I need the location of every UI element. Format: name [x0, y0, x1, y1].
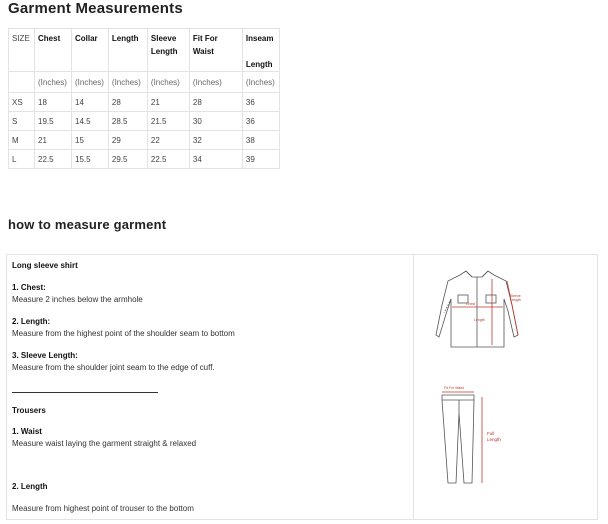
trouser-length-desc: Measure from highest point of trouser to…	[12, 504, 194, 513]
table-cell: (Inches)	[146, 71, 190, 93]
trousers-icon	[441, 394, 475, 484]
table-cell: 39	[241, 149, 280, 169]
table-cell: 21.5	[146, 111, 190, 131]
size-table: SIZE Chest Collar Length Sleeve Length Fi…	[8, 28, 280, 169]
waist-label: 1. Waist	[12, 427, 42, 436]
header-size: SIZE	[8, 28, 35, 72]
table-cell: 28	[188, 92, 243, 112]
table-cell: 14.5	[71, 111, 109, 131]
chest-tag: Chest	[466, 302, 475, 306]
table-cell: 15	[71, 130, 109, 150]
header-inseam-length: Inseam Length	[241, 28, 280, 72]
table-row: XS 18 14 28 21 28 36	[8, 92, 280, 112]
table-cell: (Inches)	[107, 71, 148, 93]
table-cell: 21	[34, 130, 72, 150]
table-cell: (Inches)	[241, 71, 280, 93]
table-cell: 28	[107, 92, 148, 112]
trousers-measure-lines	[442, 391, 483, 483]
table-cell	[8, 71, 35, 93]
section-title: how to measure garment	[8, 217, 167, 232]
instructions-column: Long sleeve shirt 1. Chest: Measure 2 in…	[7, 255, 414, 519]
table-cell: (Inches)	[34, 71, 72, 93]
header-sleeve-length: Sleeve Length	[146, 28, 190, 72]
table-cell: 30	[188, 111, 243, 131]
sleeve-tag: Length	[510, 298, 521, 302]
table-cell: 29.5	[107, 149, 148, 169]
header-fit-for-waist: Fit For Waist	[188, 28, 243, 72]
table-cell: 36	[241, 92, 280, 112]
table-cell: 14	[71, 92, 109, 112]
diagram-column: Chest Length Sleeve Length Fit For Waist…	[414, 255, 597, 519]
garment-diagrams: Chest Length Sleeve Length Fit For Waist…	[435, 270, 521, 484]
table-cell: 38	[241, 130, 280, 150]
table-cell: M	[8, 130, 35, 150]
length-label: 2. Length:	[12, 317, 51, 326]
trousers-heading: Trousers	[12, 406, 46, 415]
table-cell: XS	[8, 92, 35, 112]
table-cell: 21	[146, 92, 190, 112]
table-cell: 22.5	[146, 149, 190, 169]
sleeve-label: 3. Sleeve Length:	[12, 351, 78, 360]
table-cell: 19.5	[34, 111, 72, 131]
chest-desc: Measure 2 inches below the armhole	[12, 295, 143, 304]
shirt-icon	[435, 270, 519, 348]
table-cell: 28.5	[107, 111, 148, 131]
full-length-tag: Full	[487, 431, 494, 436]
header-length: Length	[107, 28, 148, 72]
table-row: S 19.5 14.5 28.5 21.5 30 36	[8, 111, 280, 131]
table-cell: 34	[188, 149, 243, 169]
shirt-heading: Long sleeve shirt	[12, 261, 78, 270]
table-cell: 32	[188, 130, 243, 150]
header-collar: Collar	[71, 28, 109, 72]
divider	[12, 392, 158, 393]
table-header-row: SIZE Chest Collar Length Sleeve Length Fi…	[8, 28, 280, 72]
table-cell: 22	[146, 130, 190, 150]
table-cell: 22.5	[34, 149, 72, 169]
table-units-row: (Inches) (Inches) (Inches) (Inches) (Inc…	[8, 71, 280, 93]
measure-guide: Long sleeve shirt 1. Chest: Measure 2 in…	[6, 254, 598, 520]
table-cell: 36	[241, 111, 280, 131]
table-cell: S	[8, 111, 35, 131]
trouser-length-label: 2. Length	[12, 482, 48, 491]
table-cell: 15.5	[71, 149, 109, 169]
length-desc: Measure from the highest point of the sh…	[12, 329, 235, 338]
length-tag: Length	[474, 318, 485, 322]
sleeve-desc: Measure from the shoulder joint seam to …	[12, 363, 215, 372]
waist-desc: Measure waist laying the garment straigh…	[12, 439, 197, 448]
table-cell: 29	[107, 130, 148, 150]
page-title: Garment Measurements	[8, 0, 183, 17]
table-cell: (Inches)	[71, 71, 109, 93]
chest-label: 1. Chest:	[12, 283, 46, 292]
trousers-measure-labels: Fit For Waist Full Length	[444, 386, 501, 442]
table-cell: L	[8, 149, 35, 169]
table-row: L 22.5 15.5 29.5 22.5 34 39	[8, 149, 280, 169]
table-row: M 21 15 29 22 32 38	[8, 130, 280, 150]
waist-tag: Fit For Waist	[444, 386, 464, 390]
header-chest: Chest	[34, 28, 72, 72]
table-cell: 18	[34, 92, 72, 112]
table-cell: (Inches)	[188, 71, 243, 93]
full-length-tag: Length	[487, 437, 501, 442]
